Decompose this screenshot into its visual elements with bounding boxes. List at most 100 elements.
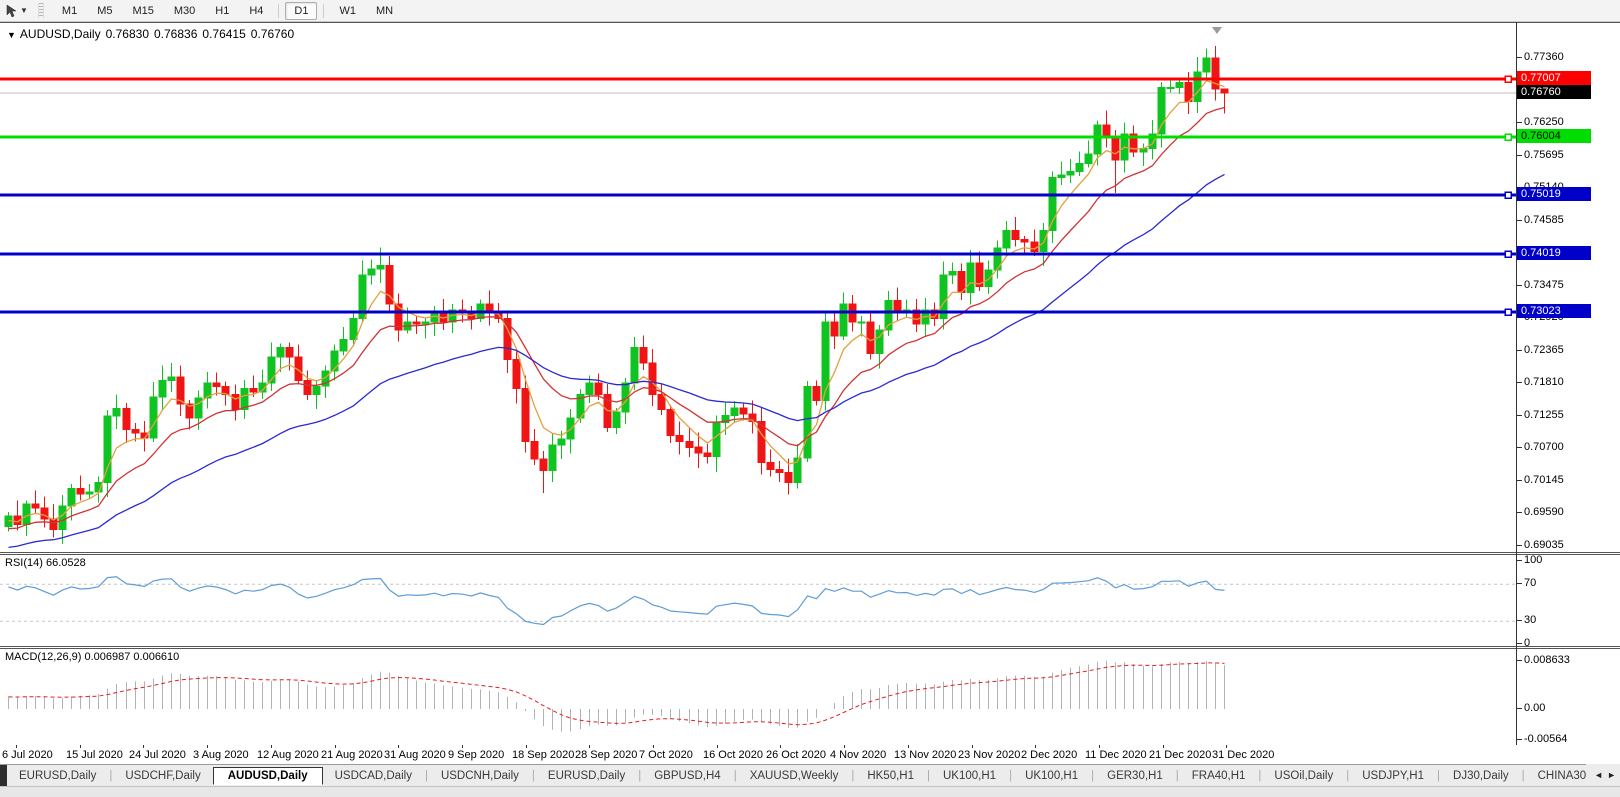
price-axis-tick bbox=[1517, 382, 1522, 383]
rsi-axis-tick bbox=[1517, 583, 1522, 584]
timeframe-toolbar: ▼ M1 M5 M15 M30 H1 H4 D1 W1 MN bbox=[0, 0, 1620, 22]
rsi-axis-label: 70 bbox=[1524, 577, 1537, 589]
price-badge-0.76760: 0.76760 bbox=[1517, 85, 1591, 99]
chart-tab-bar: EURUSD,Daily | USDCHF,Daily AUDUSD,Daily USD… bbox=[0, 764, 1620, 787]
date-axis-tick bbox=[717, 745, 718, 748]
date-axis-label: 7 Oct 2020 bbox=[639, 749, 693, 761]
hline-0.77007[interactable] bbox=[0, 75, 1516, 83]
price-axis-label: 0.71255 bbox=[1524, 409, 1564, 421]
cursor-tool-icon[interactable] bbox=[4, 4, 18, 18]
chart-tab-hk50-h1[interactable]: HK50,H1 bbox=[855, 767, 926, 785]
date-axis: 6 Jul 2020 15 Jul 2020 24 Jul 2020 3 Aug 20… bbox=[0, 745, 1620, 764]
date-axis-tick bbox=[972, 745, 973, 748]
tabbar-left-edge bbox=[0, 765, 7, 787]
macd-pane[interactable] bbox=[0, 648, 1620, 746]
date-axis-label: 12 Aug 2020 bbox=[257, 749, 319, 761]
date-axis-label: 31 Dec 2020 bbox=[1212, 749, 1275, 761]
chart-tab-xauusd-weekly[interactable]: XAUUSD,Weekly bbox=[738, 767, 851, 785]
timeframe-button-d1[interactable]: D1 bbox=[285, 1, 318, 20]
rsi-axis-label: 100 bbox=[1524, 554, 1543, 566]
rsi-chart[interactable] bbox=[0, 555, 1516, 646]
price-axis-tick bbox=[1517, 57, 1522, 58]
date-axis-tick bbox=[844, 745, 845, 748]
ohlc-low: 0.76415 bbox=[202, 27, 246, 41]
price-badge-0.73023: 0.73023 bbox=[1517, 304, 1591, 318]
date-axis-tick bbox=[143, 745, 144, 748]
price-badge-0.77007: 0.77007 bbox=[1517, 71, 1591, 85]
date-axis-tick bbox=[1226, 745, 1227, 748]
price-badge-0.75019: 0.75019 bbox=[1517, 187, 1591, 201]
price-axis-label: 0.73475 bbox=[1524, 279, 1564, 291]
date-axis-tick bbox=[908, 745, 909, 748]
chart-tab-usdcnh-daily[interactable]: USDCNH,Daily bbox=[429, 767, 531, 785]
chart-tab-uk100-h1[interactable]: UK100,H1 bbox=[931, 767, 1008, 785]
chart-tab-gbpusd-h4[interactable]: GBPUSD,H4 bbox=[642, 767, 732, 785]
chart-tab-audusd-daily[interactable]: AUDUSD,Daily bbox=[212, 767, 323, 785]
rsi-axis-tick bbox=[1517, 643, 1522, 644]
tab-scroll-right-icon[interactable]: ► bbox=[1607, 770, 1616, 780]
macd-indicator-label: MACD(12,26,9) 0.006987 0.006610 bbox=[5, 651, 180, 663]
chart-tab-usdcad-daily[interactable]: USDCAD,Daily bbox=[323, 767, 424, 785]
tab-scroll-arrows: ◄ ► bbox=[1586, 764, 1620, 786]
macd-axis-label: 0.008633 bbox=[1524, 654, 1570, 666]
toolbar-separator bbox=[278, 3, 280, 18]
rsi-pane[interactable] bbox=[0, 554, 1620, 647]
timeframe-button-m5[interactable]: M5 bbox=[88, 2, 121, 20]
chart-tab-uk100-h1[interactable]: UK100,H1 bbox=[1013, 767, 1090, 785]
rsi-axis-label: 0 bbox=[1524, 637, 1531, 649]
timeframe-button-m15[interactable]: M15 bbox=[123, 2, 162, 20]
date-axis-label: 16 Oct 2020 bbox=[703, 749, 763, 761]
shift-marker-icon bbox=[1212, 27, 1222, 34]
chart-tab-usdjpy-h1[interactable]: USDJPY,H1 bbox=[1350, 767, 1436, 785]
date-axis-label: 11 Dec 2020 bbox=[1085, 749, 1147, 761]
chart-tab-eurusd-daily[interactable]: EURUSD,Daily bbox=[7, 767, 108, 785]
chart-tab-dj30-daily[interactable]: DJ30,Daily bbox=[1441, 767, 1521, 785]
date-axis-tick bbox=[335, 745, 336, 748]
price-axis-tick bbox=[1517, 415, 1522, 416]
date-axis-label: 15 Jul 2020 bbox=[66, 749, 123, 761]
rsi-line bbox=[8, 576, 1225, 626]
timeframe-button-m30[interactable]: M30 bbox=[165, 2, 204, 20]
chart-tab-usoil-daily[interactable]: USOil,Daily bbox=[1262, 767, 1345, 785]
date-axis-label: 18 Sep 2020 bbox=[512, 749, 575, 761]
chart-tab-ger30-h1[interactable]: GER30,H1 bbox=[1095, 767, 1175, 785]
candles bbox=[4, 46, 1229, 544]
mt4-terminal: { "toolbar": { "timeframes": ["M1","M5",… bbox=[0, 0, 1620, 797]
hline-0.74019[interactable] bbox=[0, 250, 1516, 258]
ohlc-high: 0.76836 bbox=[154, 27, 198, 41]
hline-0.76004[interactable] bbox=[0, 133, 1516, 141]
chart-tab-eurusd-daily[interactable]: EURUSD,Daily bbox=[536, 767, 637, 785]
collapse-triangle-icon[interactable]: ▼ bbox=[7, 30, 16, 40]
price-axis-tick bbox=[1517, 122, 1522, 123]
timeframe-button-m1[interactable]: M1 bbox=[53, 2, 86, 20]
chart-title: ▼ AUDUSD,Daily 0.76830 0.76836 0.76415 0.7676… bbox=[7, 27, 299, 41]
main-chart-pane[interactable] bbox=[0, 22, 1620, 553]
price-axis-tick bbox=[1517, 350, 1522, 351]
price-axis-label: 0.70145 bbox=[1524, 474, 1564, 486]
candlestick-chart[interactable] bbox=[0, 23, 1516, 552]
date-axis-tick bbox=[1035, 745, 1036, 748]
macd-chart[interactable] bbox=[0, 649, 1516, 745]
chart-tab-fra40-h1[interactable]: FRA40,H1 bbox=[1180, 767, 1258, 785]
hline-0.73023[interactable] bbox=[0, 308, 1516, 316]
tab-scroll-left-icon[interactable]: ◄ bbox=[1594, 770, 1603, 780]
date-axis-tick bbox=[780, 745, 781, 748]
price-axis-tick bbox=[1517, 447, 1522, 448]
chart-tab-usdchf-daily[interactable]: USDCHF,Daily bbox=[113, 767, 212, 785]
date-axis-label: 13 Nov 2020 bbox=[894, 749, 957, 761]
date-axis-tick bbox=[526, 745, 527, 748]
chevron-down-icon[interactable]: ▼ bbox=[20, 6, 28, 15]
mid-ma-line bbox=[8, 106, 1225, 530]
hline-0.75019[interactable] bbox=[0, 191, 1516, 199]
timeframe-button-w1[interactable]: W1 bbox=[330, 2, 365, 20]
timeframe-button-h1[interactable]: H1 bbox=[206, 2, 238, 20]
timeframe-button-h4[interactable]: H4 bbox=[240, 2, 272, 20]
timeframe-button-mn[interactable]: MN bbox=[367, 2, 402, 20]
price-axis-tick bbox=[1517, 220, 1522, 221]
price-axis-tick bbox=[1517, 512, 1522, 513]
price-axis-tick bbox=[1517, 155, 1522, 156]
price-axis-label: 0.72365 bbox=[1524, 344, 1564, 356]
toolbar-drag-handle[interactable] bbox=[37, 3, 44, 18]
symbol-label: AUDUSD,Daily bbox=[19, 27, 101, 41]
price-badge-0.76004: 0.76004 bbox=[1517, 129, 1591, 143]
